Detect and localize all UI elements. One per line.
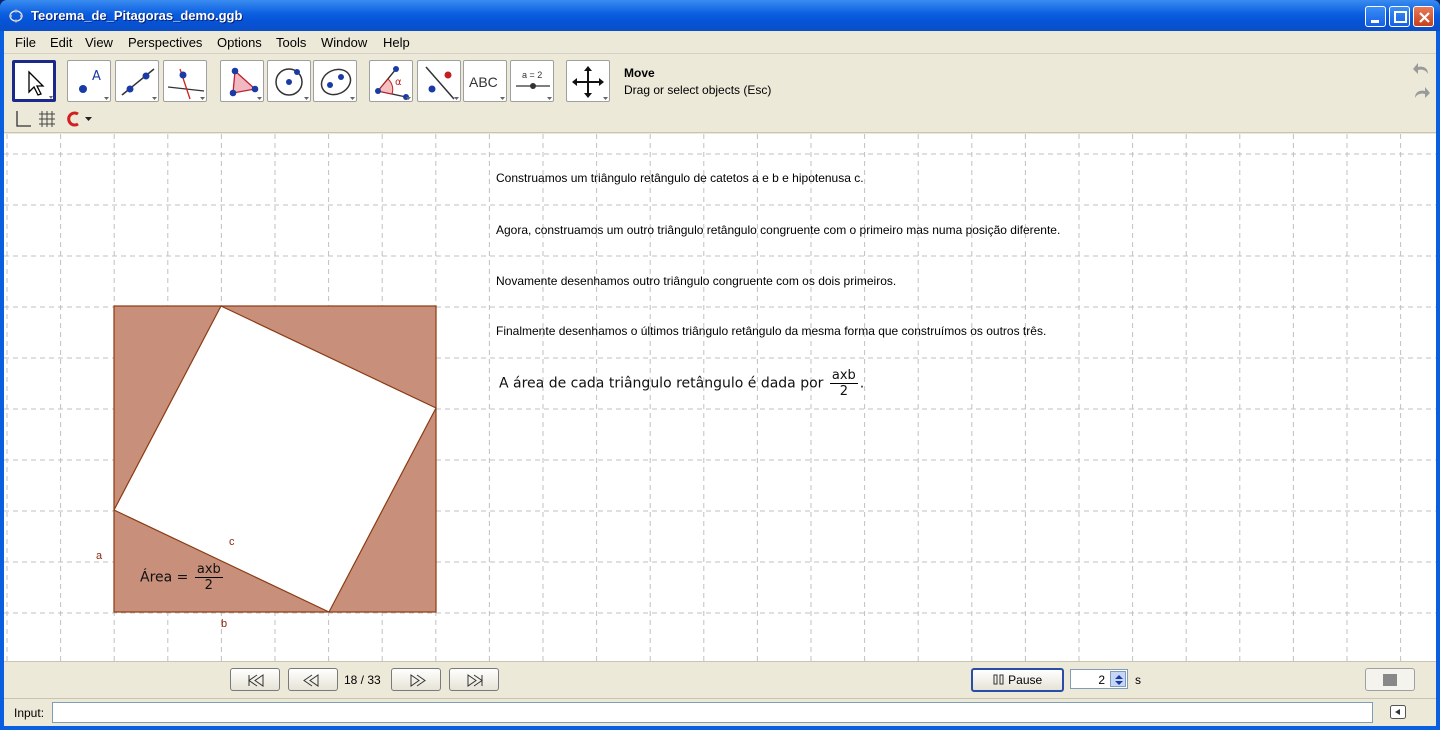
slider-tool-icon[interactable]: a = 2 <box>510 60 554 102</box>
grid-toggle-icon[interactable] <box>38 110 56 128</box>
ellipse-tool-icon[interactable] <box>313 60 357 102</box>
angle-tool-icon[interactable]: α <box>369 60 413 102</box>
step-text-3: Novamente desenhamos outro triângulo con… <box>496 274 897 288</box>
area-formula: Área = axb 2 <box>140 562 225 593</box>
menu-bar: File Edit View Perspectives Options Tool… <box>4 31 1436 53</box>
area-sentence-suffix: . <box>859 375 865 392</box>
text-tool-icon[interactable]: ABC <box>463 60 507 102</box>
close-icon[interactable] <box>1413 6 1434 27</box>
slide-counter: 18 / 33 <box>344 673 381 687</box>
next-slide-icon[interactable] <box>391 668 441 691</box>
pause-label: Pause <box>1008 673 1043 687</box>
input-bar: Input: <box>4 698 1436 726</box>
line-tool-icon[interactable] <box>115 60 159 102</box>
menu-help[interactable]: Help <box>383 35 410 50</box>
menu-window[interactable]: Window <box>321 35 367 50</box>
area-formula-numerator: axb <box>194 562 223 578</box>
interval-unit: s <box>1135 673 1141 687</box>
move-graphics-view-tool-icon[interactable] <box>566 60 610 102</box>
area-formula-fraction: axb 2 <box>194 562 223 593</box>
interval-value[interactable]: 2 <box>1098 673 1105 687</box>
graphics-view[interactable]: Construamos um triângulo retângulo de ca… <box>4 134 1436 661</box>
input-field[interactable] <box>52 702 1373 723</box>
step-text-4: Finalmente desenhamos o últimos triângul… <box>496 324 1047 338</box>
active-tool-help: Drag or select objects (Esc) <box>624 83 772 97</box>
first-slide-icon[interactable] <box>230 668 280 691</box>
area-sentence-denominator: 2 <box>839 384 848 399</box>
slider-tool-label: a = 2 <box>522 70 542 80</box>
area-formula-prefix: Área = <box>140 569 189 586</box>
maximize-icon[interactable] <box>1389 6 1410 27</box>
toolbar: A α ABC a = 2 Move Drag or select object… <box>4 53 1436 105</box>
axes-toggle-icon[interactable] <box>14 110 32 128</box>
label-c: c <box>229 536 235 548</box>
menu-tools[interactable]: Tools <box>276 35 306 50</box>
circle-tool-icon[interactable] <box>267 60 311 102</box>
dropdown-arrow-icon[interactable] <box>84 114 94 124</box>
playback-bar: 18 / 33 Pause 2 s <box>4 661 1436 698</box>
label-b: b <box>221 618 228 630</box>
undo-icon[interactable] <box>1412 59 1432 79</box>
area-sentence: A área de cada triângulo retângulo é dad… <box>499 368 864 399</box>
point-tool-icon[interactable]: A <box>67 60 111 102</box>
perpendicular-line-tool-icon[interactable] <box>163 60 207 102</box>
redo-icon[interactable] <box>1412 83 1432 103</box>
last-slide-icon[interactable] <box>449 668 499 691</box>
pause-button[interactable]: Pause <box>971 668 1064 692</box>
keyboard-icon[interactable] <box>1390 705 1406 719</box>
title-bar: Teorema_de_Pitagoras_demo.ggb <box>0 0 1440 31</box>
spinner-arrows-icon[interactable] <box>1110 671 1126 687</box>
area-sentence-fraction: axb 2 <box>829 368 858 399</box>
menu-perspectives[interactable]: Perspectives <box>128 35 202 50</box>
pause-icon <box>993 674 1004 685</box>
text-tool-label: ABC <box>469 74 498 90</box>
label-a: a <box>96 550 103 562</box>
window-title: Teorema_de_Pitagoras_demo.ggb <box>31 8 243 23</box>
svg-text:A: A <box>92 69 101 84</box>
menu-view[interactable]: View <box>85 35 113 50</box>
svg-text:α: α <box>395 77 402 88</box>
previous-slide-icon[interactable] <box>288 668 338 691</box>
step-text-2: Agora, construamos um outro triângulo re… <box>496 223 1061 237</box>
minimize-icon[interactable] <box>1365 6 1386 27</box>
input-label: Input: <box>14 706 45 720</box>
menu-options[interactable]: Options <box>217 35 262 50</box>
interval-spinner[interactable]: 2 <box>1070 669 1128 689</box>
move-tool-icon[interactable] <box>12 60 56 102</box>
menu-file[interactable]: File <box>15 35 36 50</box>
stop-icon[interactable] <box>1365 668 1415 691</box>
area-sentence-prefix: A área de cada triângulo retângulo é dad… <box>499 375 824 392</box>
style-bar <box>4 105 1436 133</box>
reflect-tool-icon[interactable] <box>417 60 461 102</box>
area-sentence-numerator: axb <box>829 368 858 384</box>
active-tool-name: Move <box>624 66 655 80</box>
polygon-tool-icon[interactable] <box>220 60 264 102</box>
active-tool-info: Move Drag or select objects (Esc) <box>624 66 771 97</box>
step-text-1: Construamos um triângulo retângulo de ca… <box>496 171 864 185</box>
menu-edit[interactable]: Edit <box>50 35 72 50</box>
area-formula-denominator: 2 <box>204 578 213 593</box>
geogebra-icon <box>9 9 23 23</box>
point-capturing-icon[interactable] <box>64 110 82 128</box>
